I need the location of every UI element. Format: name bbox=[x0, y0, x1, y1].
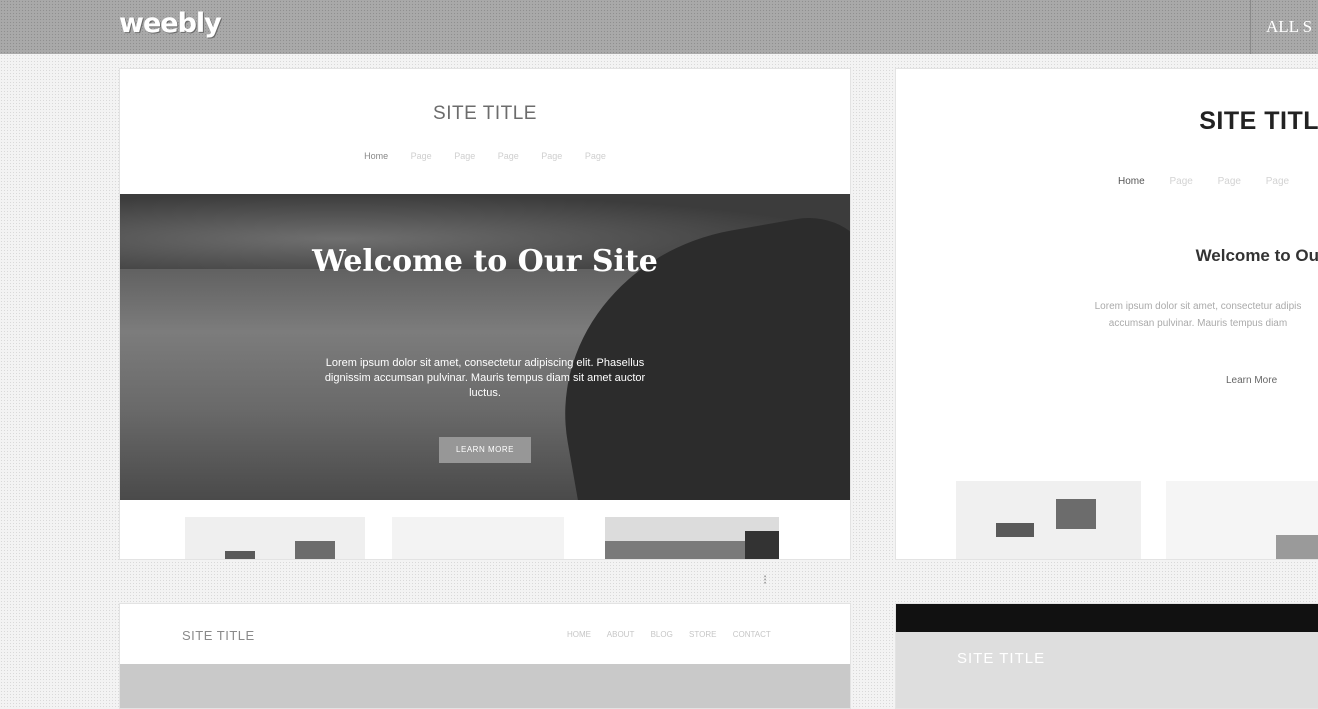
top-bar: weebly ALL S bbox=[0, 0, 1318, 54]
nav-item: HOME bbox=[567, 630, 591, 639]
paginator-icon[interactable]: ⁝ bbox=[763, 572, 767, 588]
gallery-thumbnail bbox=[1166, 481, 1318, 559]
site-title: SITE TITLE bbox=[182, 628, 255, 643]
site-nav: Home Page Page Page Page Page bbox=[120, 151, 850, 161]
site-title: SITE TITLE bbox=[433, 103, 537, 124]
nav-item: ABOUT bbox=[606, 630, 635, 639]
gallery-thumbnail bbox=[185, 517, 365, 559]
gallery-thumbnail bbox=[605, 517, 779, 559]
learn-more-link: Learn More bbox=[1226, 375, 1278, 386]
theme-preview-card[interactable]: SITE TITL Home Page Page Page Welcome to… bbox=[895, 68, 1318, 560]
site-title: SITE TITLE bbox=[957, 650, 1046, 667]
site-nav: HOME ABOUT BLOG STORE CONTACT bbox=[567, 630, 785, 639]
nav-item: Home bbox=[1118, 176, 1145, 187]
learn-more-button: LEARN MORE bbox=[439, 437, 531, 463]
gallery-thumbnail bbox=[956, 481, 1141, 559]
hero-title: Welcome to Our Site bbox=[312, 244, 658, 279]
intro-text: Lorem ipsum dolor sit amet, consectetur … bbox=[1094, 301, 1302, 329]
gallery-thumbnail bbox=[392, 517, 564, 559]
nav-item: Page bbox=[584, 151, 606, 161]
nav-item: Page bbox=[1169, 176, 1193, 187]
theme-preview-card[interactable]: SITE TITLE bbox=[895, 603, 1318, 709]
nav-item: Page bbox=[454, 151, 476, 161]
all-themes-link[interactable]: ALL S bbox=[1250, 0, 1318, 54]
nav-item: Page bbox=[1265, 176, 1290, 187]
nav-item: Page bbox=[410, 151, 432, 161]
weebly-logo[interactable]: weebly bbox=[119, 8, 222, 39]
hero-banner bbox=[896, 632, 1318, 708]
welcome-heading: Welcome to Ou bbox=[1195, 246, 1318, 265]
nav-item: Page bbox=[541, 151, 563, 161]
nav-item: Home bbox=[364, 151, 389, 161]
site-nav: Home Page Page Page bbox=[1118, 176, 1311, 187]
hero-banner: Welcome to Our Site Lorem ipsum dolor si… bbox=[120, 194, 850, 500]
site-title: SITE TITL bbox=[1199, 107, 1318, 135]
nav-item: STORE bbox=[689, 630, 717, 639]
hero-banner bbox=[120, 664, 850, 708]
nav-item: BLOG bbox=[650, 630, 673, 639]
nav-item: Page bbox=[497, 151, 519, 161]
theme-preview-card[interactable]: SITE TITLE HOME ABOUT BLOG STORE CONTACT bbox=[119, 603, 851, 709]
header-strip bbox=[896, 604, 1318, 632]
theme-preview-card[interactable]: SITE TITLE Home Page Page Page Page Page… bbox=[119, 68, 851, 560]
nav-item: CONTACT bbox=[732, 630, 771, 639]
nav-item: Page bbox=[1217, 176, 1241, 187]
hero-text: Lorem ipsum dolor sit amet, consectetur … bbox=[324, 357, 646, 399]
